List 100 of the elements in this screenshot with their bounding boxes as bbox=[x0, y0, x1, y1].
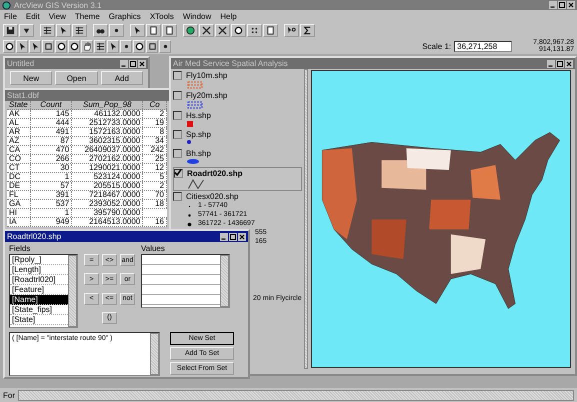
minimize-icon[interactable] bbox=[120, 60, 128, 68]
toolbar-button[interactable] bbox=[93, 24, 108, 36]
toolbar-button[interactable] bbox=[215, 24, 230, 36]
window-title: Roadtrl020.shp bbox=[7, 232, 62, 241]
tool-button[interactable] bbox=[120, 40, 132, 52]
scrollbar[interactable] bbox=[304, 69, 308, 369]
minimize-icon[interactable] bbox=[549, 1, 557, 9]
table-cell: 523124.0000 bbox=[72, 173, 144, 181]
tool-button[interactable] bbox=[159, 40, 171, 52]
table-cell: 12 bbox=[143, 164, 168, 172]
table-cell: AK bbox=[7, 110, 31, 118]
sum-icon bbox=[303, 26, 312, 34]
menu-item[interactable]: XTools bbox=[150, 12, 174, 20]
menu-item[interactable]: View bbox=[48, 12, 66, 20]
theme-name[interactable]: Hs.shp bbox=[186, 111, 211, 120]
table-cell: 5 bbox=[143, 173, 168, 181]
table-cell: 1 bbox=[30, 209, 72, 217]
tool-button[interactable] bbox=[3, 40, 15, 52]
minimize-icon[interactable] bbox=[220, 232, 228, 240]
scrollbar[interactable] bbox=[68, 255, 77, 327]
menu-item[interactable]: Theme bbox=[74, 12, 100, 20]
project-button[interactable]: New bbox=[10, 71, 52, 85]
toolbar-button[interactable] bbox=[162, 24, 177, 36]
menu-item[interactable]: File bbox=[4, 12, 17, 20]
visibility-checkbox[interactable] bbox=[173, 71, 182, 80]
toolbar-button[interactable] bbox=[199, 24, 214, 36]
scrollbar[interactable] bbox=[18, 390, 574, 400]
tool-button[interactable] bbox=[55, 40, 67, 52]
table-cell: CO bbox=[7, 155, 31, 163]
toolbar-button[interactable] bbox=[146, 24, 161, 36]
theme-name[interactable]: Roadrt020.shp bbox=[187, 169, 243, 178]
column-header[interactable]: State bbox=[7, 101, 31, 109]
scrollbar[interactable] bbox=[220, 255, 229, 307]
visibility-checkbox[interactable] bbox=[173, 130, 182, 139]
close-icon[interactable] bbox=[238, 232, 246, 240]
dots-icon bbox=[250, 26, 259, 34]
toolbar-button[interactable] bbox=[130, 24, 145, 36]
maximize-icon[interactable] bbox=[556, 60, 564, 68]
table-cell: 461132.0000 bbox=[72, 110, 144, 118]
tool-button[interactable] bbox=[42, 40, 54, 52]
close-icon[interactable] bbox=[567, 1, 575, 9]
menu-item[interactable]: Graphics bbox=[108, 12, 141, 20]
toolbar-button[interactable] bbox=[183, 24, 198, 36]
toolbar-button[interactable] bbox=[109, 24, 124, 36]
visibility-checkbox[interactable] bbox=[173, 111, 182, 120]
toolbar-button[interactable] bbox=[40, 24, 55, 36]
column-header[interactable]: Count bbox=[30, 101, 72, 109]
theme-name[interactable]: Sp.shp bbox=[186, 130, 211, 139]
table-cell: DC bbox=[7, 173, 31, 181]
table-cell: GA bbox=[7, 200, 31, 208]
maximize-icon[interactable] bbox=[129, 60, 137, 68]
theme-name[interactable]: Fly10m.shp bbox=[186, 71, 228, 80]
tool-button[interactable] bbox=[133, 40, 145, 52]
minimize-icon[interactable] bbox=[547, 60, 555, 68]
menu-item[interactable]: Edit bbox=[26, 12, 40, 20]
column-header[interactable]: Sum_Pop_98 bbox=[72, 101, 144, 109]
scale-field[interactable]: 36,271,258 bbox=[454, 40, 512, 52]
project-button[interactable]: Add bbox=[100, 71, 143, 85]
tool-button[interactable] bbox=[16, 40, 28, 52]
toolbar-button[interactable] bbox=[19, 24, 34, 36]
table-cell: 2702162.0000 bbox=[72, 155, 144, 163]
toolbar-button[interactable] bbox=[263, 24, 278, 36]
tool-button[interactable] bbox=[68, 40, 80, 52]
toolbar-button[interactable] bbox=[72, 24, 87, 36]
globe-icon bbox=[186, 26, 195, 34]
tool-button[interactable] bbox=[94, 40, 106, 52]
visibility-checkbox[interactable] bbox=[173, 149, 182, 158]
table-cell: 491 bbox=[30, 128, 72, 136]
window-title: ArcView GIS Version 3.1 bbox=[14, 0, 102, 10]
table-cell: 470 bbox=[30, 146, 72, 154]
visibility-checkbox[interactable] bbox=[173, 192, 182, 201]
toolbar-button[interactable] bbox=[3, 24, 18, 36]
project-button[interactable]: Open bbox=[55, 71, 98, 85]
visibility-checkbox[interactable] bbox=[174, 169, 183, 178]
tool-button[interactable] bbox=[107, 40, 119, 52]
window-title: Untitled bbox=[7, 59, 36, 68]
theme-name[interactable]: Fly20m.shp bbox=[186, 91, 228, 100]
menu-item[interactable]: Window bbox=[182, 12, 212, 20]
theme-name[interactable]: Citiesx020.shp bbox=[186, 192, 238, 201]
tool-button[interactable] bbox=[81, 40, 93, 52]
maximize-icon[interactable] bbox=[558, 1, 566, 9]
theme-name[interactable]: Bh.shp bbox=[186, 149, 211, 158]
toolbar-button[interactable] bbox=[56, 24, 71, 36]
tool-button[interactable] bbox=[146, 40, 158, 52]
toolbar-button[interactable] bbox=[231, 24, 246, 36]
field-item[interactable]: [Name] bbox=[10, 295, 68, 305]
table-cell: 2 bbox=[143, 182, 168, 190]
toolbar-button[interactable] bbox=[284, 24, 299, 36]
table-cell: 30 bbox=[30, 164, 72, 172]
visibility-checkbox[interactable] bbox=[173, 91, 182, 100]
menu-item[interactable]: Help bbox=[220, 12, 237, 20]
close-icon[interactable] bbox=[138, 60, 146, 68]
down-arrow-icon bbox=[22, 26, 31, 34]
toolbar-button[interactable] bbox=[300, 24, 315, 36]
tool-button[interactable] bbox=[29, 40, 41, 52]
toolbar-button[interactable] bbox=[247, 24, 262, 36]
table-cell: FL bbox=[7, 191, 31, 199]
maximize-icon[interactable] bbox=[229, 232, 237, 240]
column-header[interactable]: Co bbox=[143, 101, 168, 109]
close-icon[interactable] bbox=[565, 60, 573, 68]
